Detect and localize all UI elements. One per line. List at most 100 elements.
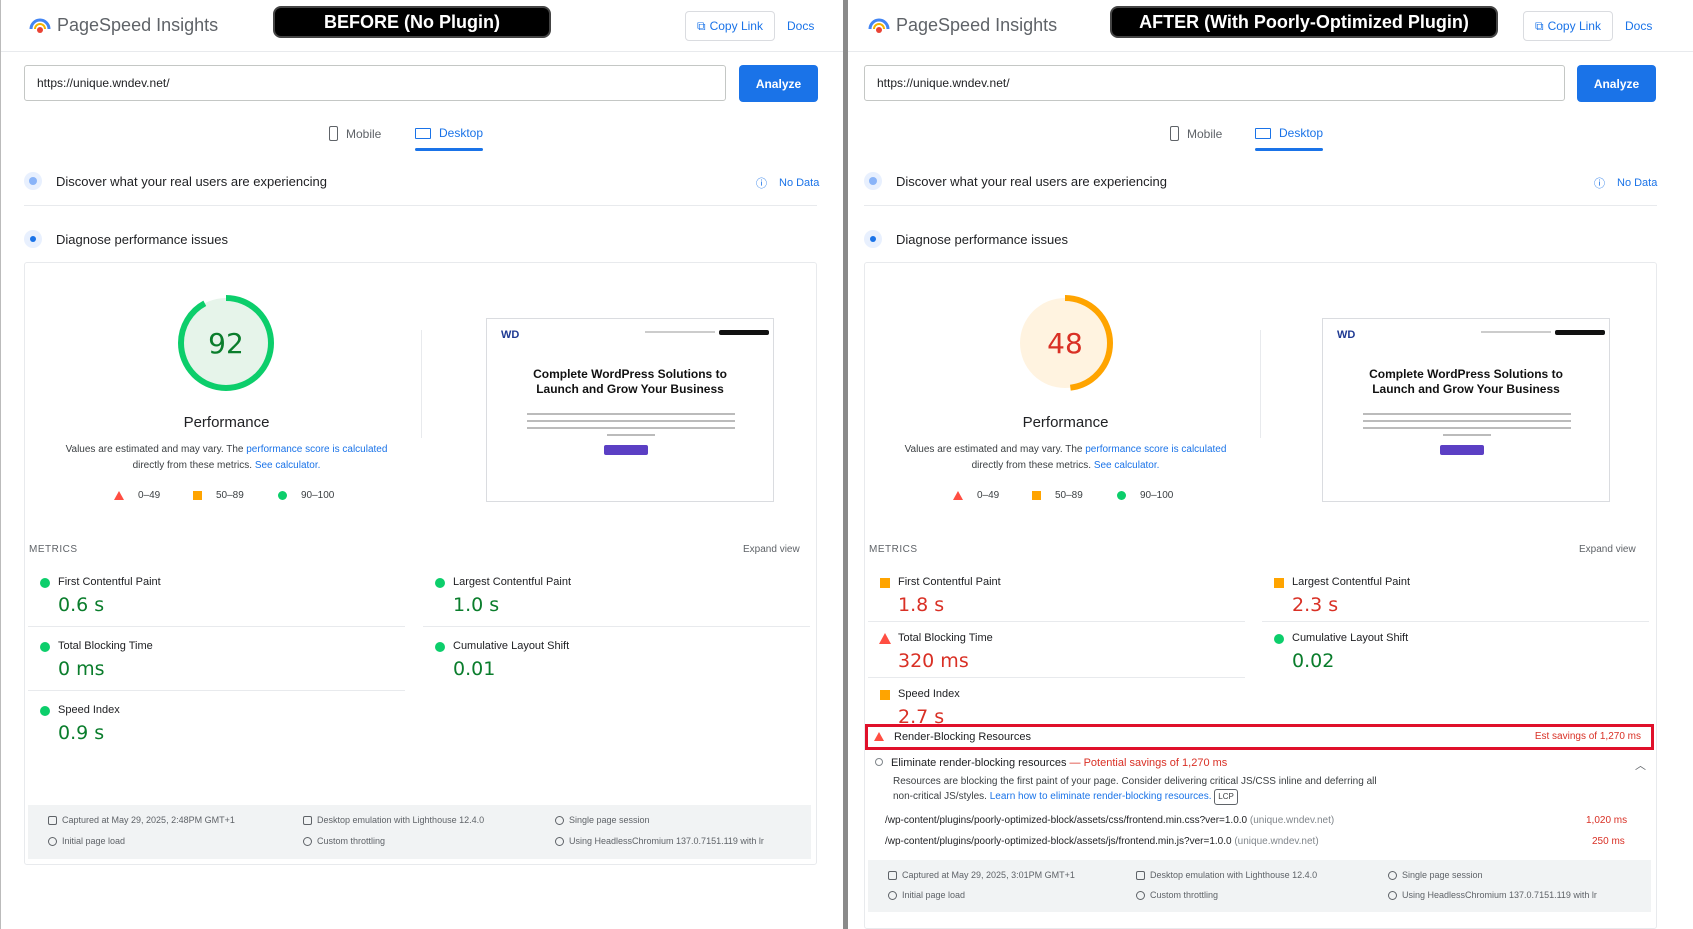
metric-tbt-name: Total Blocking Time xyxy=(898,632,993,644)
note-text-2: directly from these metrics. xyxy=(132,460,255,471)
note-text-2: directly from these metrics. xyxy=(971,460,1094,471)
laptop-icon xyxy=(415,127,431,139)
legend-pass-label: 90–100 xyxy=(301,490,335,501)
calculator-link[interactable]: See calculator. xyxy=(255,460,321,471)
page-screenshot-thumbnail: WD Complete WordPress Solutions to Launc… xyxy=(1322,318,1610,502)
learn-more-link[interactable]: Learn how to eliminate render-blocking r… xyxy=(990,791,1212,802)
thumb-heading-1: Complete WordPress Solutions to xyxy=(533,367,727,381)
header-divider xyxy=(1,51,843,52)
tab-desktop[interactable]: Desktop xyxy=(415,126,483,140)
browser-text: Using HeadlessChromium 137.0.7151.119 wi… xyxy=(1402,890,1597,900)
initial-load-text: Initial page load xyxy=(902,890,966,900)
average-icon xyxy=(880,690,890,700)
legend-average: 50–89 xyxy=(193,490,244,501)
expand-view-link[interactable]: Expand view xyxy=(1579,544,1636,555)
metric-fcp-name: First Contentful Paint xyxy=(898,576,1001,588)
chevron-up-icon[interactable]: ︿ xyxy=(1635,757,1646,773)
metric-cls-value: 0.02 xyxy=(1292,650,1335,672)
thumb-cta-button xyxy=(1440,445,1484,455)
metric-lcp-name: Largest Contentful Paint xyxy=(1292,576,1411,588)
users-icon xyxy=(864,172,882,190)
throttling-text: Custom throttling xyxy=(1150,890,1219,900)
no-data-indicator[interactable]: ⓘ No Data xyxy=(1594,175,1657,191)
copy-link-label: Copy Link xyxy=(709,19,763,33)
captured-text: Captured at May 29, 2025, 2:48PM GMT+1 xyxy=(62,815,235,825)
wifi-icon xyxy=(1136,890,1145,900)
users-icon xyxy=(24,172,42,190)
audit-eliminate-render-blocking[interactable]: Eliminate render-blocking resources — Po… xyxy=(875,757,1228,769)
app-title: PageSpeed Insights xyxy=(57,15,219,35)
thumb-text-line xyxy=(1363,427,1571,429)
render-blocking-savings: Est savings of 1,270 ms xyxy=(1534,731,1641,742)
performance-score: 48 xyxy=(1047,326,1083,360)
thumb-text-line xyxy=(527,413,735,415)
tab-desktop[interactable]: Desktop xyxy=(1255,126,1323,140)
analyze-button[interactable]: Analyze xyxy=(739,65,818,102)
before-panel: PageSpeed Insights BEFORE (No Plugin) ⧉ … xyxy=(0,0,843,929)
calculator-link[interactable]: See calculator. xyxy=(1094,460,1160,471)
desktop-icon xyxy=(1136,870,1145,880)
url-input[interactable]: https://unique.wndev.net/ xyxy=(24,65,726,101)
copy-link-button[interactable]: ⧉ Copy Link xyxy=(1523,11,1613,41)
section-divider xyxy=(24,205,817,206)
render-blocking-highlight[interactable]: Render-Blocking Resources Est savings of… xyxy=(865,724,1654,750)
legend-average-label: 50–89 xyxy=(216,490,244,501)
header-divider xyxy=(848,51,1693,52)
score-calc-link[interactable]: performance score is calculated xyxy=(246,444,387,455)
active-tab-indicator xyxy=(1255,148,1323,151)
info-icon: ⓘ xyxy=(756,178,767,190)
thumb-text-line xyxy=(1363,420,1571,422)
url-input[interactable]: https://unique.wndev.net/ xyxy=(864,65,1565,101)
initial-load-info: Initial page load xyxy=(888,890,965,900)
metric-divider xyxy=(423,626,810,627)
docs-link[interactable]: Docs xyxy=(787,19,814,33)
performance-title: Performance xyxy=(183,414,270,431)
legend-pass: 90–100 xyxy=(278,490,334,501)
tab-mobile-label: Mobile xyxy=(346,126,382,141)
run-info-footer: Captured at May 29, 2025, 3:01PM GMT+1 D… xyxy=(868,860,1651,912)
resource-path[interactable]: /wp-content/plugins/poorly-optimized-blo… xyxy=(885,836,1232,847)
audit-savings: — Potential savings of 1,270 ms xyxy=(1069,757,1228,769)
people-icon xyxy=(1388,870,1397,880)
tab-mobile[interactable]: Mobile xyxy=(1170,126,1222,141)
expand-view-link[interactable]: Expand view xyxy=(743,544,800,555)
metric-cls-value: 0.01 xyxy=(453,658,496,680)
triangle-icon xyxy=(114,491,124,500)
phone-icon xyxy=(1170,126,1179,141)
square-icon xyxy=(193,491,202,500)
metric-divider xyxy=(28,690,405,691)
analyze-button[interactable]: Analyze xyxy=(1577,65,1656,102)
copy-link-label: Copy Link xyxy=(1547,19,1601,33)
tab-mobile[interactable]: Mobile xyxy=(329,126,381,141)
pass-icon xyxy=(40,578,50,588)
calendar-icon xyxy=(888,870,897,880)
thumb-heading-2: Launch and Grow Your Business xyxy=(1372,382,1560,396)
audit-desc-1: Resources are blocking the first paint o… xyxy=(893,776,1377,787)
captured-text: Captured at May 29, 2025, 3:01PM GMT+1 xyxy=(902,870,1075,880)
diagnose-heading: Diagnose performance issues xyxy=(56,232,228,247)
no-data-indicator[interactable]: ⓘ No Data xyxy=(756,175,819,191)
audit-desc-2: non-critical JS/styles. xyxy=(893,791,990,802)
copy-link-button[interactable]: ⧉ Copy Link xyxy=(685,11,775,41)
emulation-text: Desktop emulation with Lighthouse 12.4.0 xyxy=(1150,870,1318,880)
average-icon xyxy=(1274,578,1284,588)
resource-path[interactable]: /wp-content/plugins/poorly-optimized-blo… xyxy=(885,815,1247,826)
note-text: Values are estimated and may vary. The xyxy=(65,444,247,455)
score-calc-link[interactable]: performance score is calculated xyxy=(1085,444,1226,455)
browser-info: Using HeadlessChromium 137.0.7151.119 wi… xyxy=(555,836,764,846)
lcp-tag: LCP xyxy=(1214,789,1238,805)
metric-si-name: Speed Index xyxy=(898,688,960,700)
metric-lcp-name: Largest Contentful Paint xyxy=(453,576,572,588)
circle-icon xyxy=(1117,491,1126,500)
metric-lcp-value: 2.3 s xyxy=(1292,594,1339,616)
thumb-nav-links xyxy=(645,331,715,333)
throttling-info: Custom throttling xyxy=(303,836,385,846)
after-panel: PageSpeed Insights AFTER (With Poorly-Op… xyxy=(848,0,1693,929)
no-data-label: No Data xyxy=(1617,177,1658,189)
initial-load-info: Initial page load xyxy=(48,836,125,846)
wifi-icon xyxy=(303,836,312,846)
docs-link[interactable]: Docs xyxy=(1625,19,1652,33)
thumb-nav-bar xyxy=(719,330,769,335)
link-icon: ⧉ xyxy=(697,18,706,33)
thumb-logo: WD xyxy=(501,329,520,341)
